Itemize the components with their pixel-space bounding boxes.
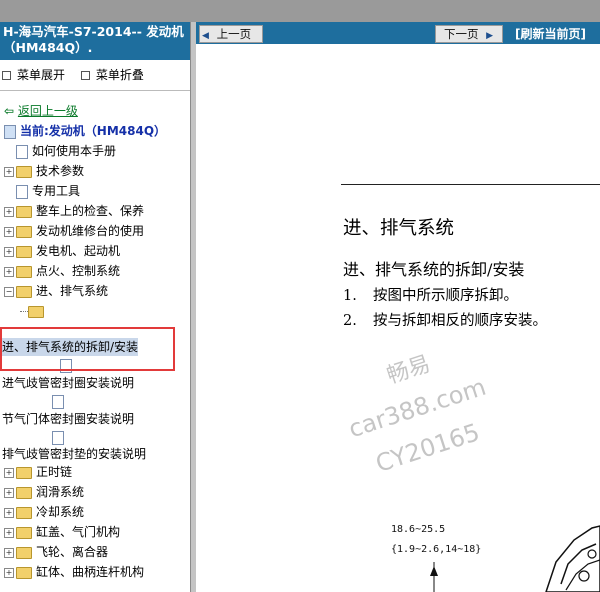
toc-item[interactable]: + 整车上的检查、保养 [4, 202, 144, 220]
folder-icon [16, 526, 32, 539]
folder-icon [16, 546, 32, 559]
toc-item[interactable]: + 点火、控制系统 [4, 262, 120, 280]
title-rule [341, 184, 600, 185]
toc-item[interactable]: 进气歧管密封圈安装说明 [2, 374, 134, 392]
folder-icon [16, 566, 32, 579]
toc-item[interactable]: 如何使用本手册 [16, 142, 116, 160]
expand-icon[interactable]: + [4, 507, 14, 518]
expand-icon[interactable]: + [4, 166, 14, 177]
document-icon-row [52, 428, 68, 446]
folder-icon [16, 225, 32, 238]
step-item: 1. 按图中所示顺序拆卸。 [343, 288, 518, 304]
folder-icon [16, 245, 32, 258]
toc-item[interactable]: 专用工具 [16, 182, 80, 200]
section-title: 进、排气系统 [343, 218, 455, 239]
arrow-icon [430, 566, 438, 576]
step-item: 2. 按与拆卸相反的顺序安装。 [343, 313, 547, 329]
tree-connector [20, 311, 28, 312]
next-page-button[interactable]: 下一页 ▶ [435, 25, 503, 43]
current-location: 当前:发动机（HM484Q） [4, 122, 166, 140]
tree-node [20, 302, 48, 320]
expand-icon[interactable]: + [4, 226, 14, 237]
expand-icon[interactable]: + [4, 487, 14, 498]
document-icon [16, 184, 28, 199]
expand-menu-button[interactable]: 菜单展开 [2, 68, 71, 82]
watermark-text: 畅易 [383, 351, 434, 390]
section-subtitle: 进、排气系统的拆卸/安装 [343, 260, 525, 279]
square-icon [2, 71, 11, 80]
folder-icon [16, 265, 32, 278]
prev-page-button[interactable]: ◀ 上一页 [199, 25, 263, 43]
expand-icon[interactable]: + [4, 567, 14, 578]
document-view: 进、排气系统 进、排气系统的拆卸/安装 1. 按图中所示顺序拆卸。 2. 按与拆卸相… [196, 44, 600, 592]
toc-item[interactable]: 排气歧管密封垫的安装说明 [2, 445, 146, 463]
open-folder-icon [28, 305, 44, 318]
navigation-pane: H-海马汽车-S7-2014-- 发动机（HM484Q）. 菜单展开 菜单折叠 … [0, 22, 190, 592]
square-icon [80, 71, 90, 80]
toc-item[interactable]: 节气门体密封圈安装说明 [2, 410, 134, 428]
divider [0, 90, 190, 91]
expand-icon[interactable]: + [4, 246, 14, 257]
document-icon [52, 430, 64, 445]
expand-icon[interactable]: + [4, 467, 14, 478]
expand-icon[interactable]: + [4, 547, 14, 558]
collapse-menu-button[interactable]: 菜单折叠 [80, 68, 150, 82]
part-diagram [430, 525, 600, 592]
expand-icon[interactable]: + [4, 527, 14, 538]
document-icon [52, 394, 64, 409]
highlight-box [0, 327, 175, 371]
folder-icon [16, 205, 32, 218]
toc-item[interactable]: + 润滑系统 [4, 483, 84, 501]
toc-item[interactable]: − 进、排气系统 [4, 282, 108, 300]
folder-icon [16, 486, 32, 499]
refresh-link[interactable]: [刷新当前页] [515, 25, 586, 42]
toc-item[interactable]: + 冷却系统 [4, 503, 84, 521]
manual-title: H-海马汽车-S7-2014-- 发动机（HM484Q）. [0, 22, 190, 60]
document-icon [16, 144, 28, 159]
document-icon-row [52, 392, 68, 410]
toc-item[interactable]: + 发动机维修台的使用 [4, 222, 144, 240]
book-icon [4, 124, 16, 139]
page-nav-bar: ◀ 上一页 下一页 ▶ [刷新当前页] [196, 22, 600, 44]
arrow-left-icon: ◀ [202, 31, 209, 41]
folder-icon [16, 466, 32, 479]
back-link[interactable]: ⇦ 返回上一级 [4, 102, 78, 120]
toc-item[interactable]: + 发电机、起动机 [4, 242, 120, 260]
toc-item[interactable]: + 正时链 [4, 463, 72, 481]
expand-icon[interactable]: + [4, 206, 14, 217]
toc-item[interactable]: + 缸盖、气门机构 [4, 523, 120, 541]
collapse-icon[interactable]: − [4, 286, 14, 297]
toc-item[interactable]: + 飞轮、离合器 [4, 543, 108, 561]
folder-icon [16, 285, 32, 298]
arrow-left-icon: ⇦ [4, 104, 15, 118]
folder-icon [16, 506, 32, 519]
arrow-right-icon: ▶ [486, 31, 494, 41]
toc-item[interactable]: + 缸体、曲柄连杆机构 [4, 563, 144, 581]
folder-icon [16, 165, 32, 178]
toc-item[interactable]: + 技术参数 [4, 162, 84, 180]
menu-controls: 菜单展开 菜单折叠 [2, 66, 156, 83]
expand-icon[interactable]: + [4, 266, 14, 277]
